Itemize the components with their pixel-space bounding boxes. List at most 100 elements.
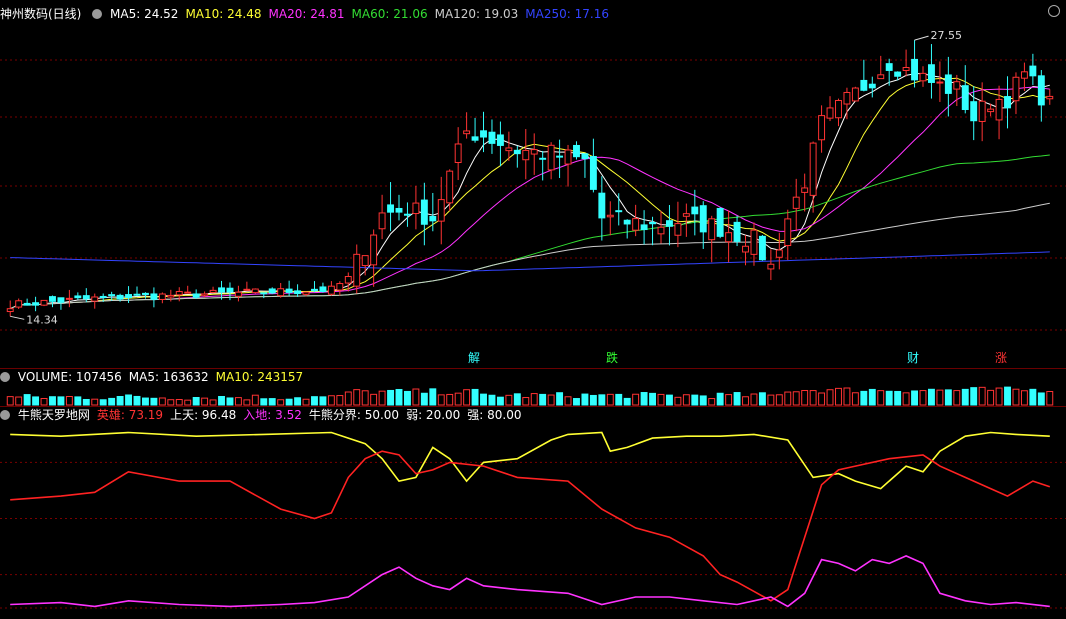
candle-body xyxy=(936,81,944,84)
high-price-label: 27.55 xyxy=(931,29,963,42)
candle-body xyxy=(65,297,73,300)
candle-body xyxy=(877,74,885,80)
volume-bar xyxy=(894,390,902,406)
settings-dot-icon[interactable] xyxy=(0,372,10,382)
volume-bar xyxy=(851,392,859,406)
volume-bar xyxy=(116,396,124,406)
volume-bar xyxy=(23,394,31,406)
candle-body xyxy=(463,130,471,135)
candle-body xyxy=(505,147,513,152)
volume-bar xyxy=(243,399,251,406)
price-annotations: 27.55 14.34 xyxy=(10,29,962,326)
candle-body xyxy=(218,287,225,293)
candle-body xyxy=(192,293,200,298)
event-tag[interactable]: 解 xyxy=(466,351,482,365)
candle-body xyxy=(843,91,851,105)
volume-bar xyxy=(294,397,302,406)
volume-bar xyxy=(319,396,327,406)
legend-item: MA250: 17.16 xyxy=(525,7,609,21)
volume-bar xyxy=(57,396,65,406)
volume-bar xyxy=(826,389,834,406)
volume-bar xyxy=(429,388,437,406)
event-tag[interactable]: 财 xyxy=(905,351,921,365)
volume-bar xyxy=(657,393,665,406)
close-icon[interactable] xyxy=(1048,5,1060,17)
volume-bar xyxy=(184,399,192,406)
volume-bar xyxy=(218,396,225,406)
candle-body xyxy=(446,170,454,204)
candle-body xyxy=(74,295,82,299)
volume-bar xyxy=(302,398,310,406)
volume-bar xyxy=(758,392,766,406)
candle-body xyxy=(201,293,209,296)
ma-line xyxy=(9,72,1050,310)
candle-body xyxy=(682,213,690,217)
volume-bar xyxy=(860,390,868,406)
candle-body xyxy=(725,232,733,243)
legend-item: 弱: 20.00 xyxy=(406,408,461,422)
legend-item: MA5: 163632 xyxy=(128,370,209,384)
candle-body xyxy=(750,229,758,255)
volume-bar xyxy=(15,396,23,406)
volume-bar xyxy=(725,394,733,406)
volume-bar xyxy=(708,398,716,406)
candle-body xyxy=(615,210,623,213)
settings-dot-icon[interactable] xyxy=(0,410,10,420)
candle-body xyxy=(767,263,775,270)
candle-body xyxy=(530,149,538,155)
event-tag[interactable]: 跌 xyxy=(604,351,620,365)
indicator-legend-items: 牛熊天罗地网 英雄: 73.19 上天: 96.48 入地: 3.52 牛熊分界: 50… xyxy=(18,408,529,422)
volume-bar xyxy=(32,396,40,406)
volume-bar xyxy=(463,389,471,406)
volume-bar xyxy=(488,394,496,406)
candle-body xyxy=(15,300,23,308)
volume-bar xyxy=(403,390,411,406)
volume-bar xyxy=(953,390,961,406)
volume-bar xyxy=(1037,392,1045,406)
candle-body xyxy=(370,234,378,266)
high-pointer xyxy=(914,35,929,41)
candle-body xyxy=(6,308,14,313)
settings-dot-icon[interactable] xyxy=(92,9,103,19)
volume-bar xyxy=(513,393,521,406)
candle-body xyxy=(412,202,420,215)
candle-body xyxy=(1029,65,1037,77)
candle-body xyxy=(420,199,428,225)
volume-bar xyxy=(454,392,462,406)
candle-body xyxy=(818,115,826,141)
volume-bar xyxy=(192,397,200,406)
volume-bar xyxy=(6,396,14,406)
volume-bar xyxy=(226,397,234,406)
volume-bar xyxy=(327,395,335,406)
volume-bar xyxy=(877,390,885,406)
legend-item: MA20: 24.81 xyxy=(268,7,345,21)
candle-body xyxy=(454,143,462,163)
candle-body xyxy=(589,156,597,190)
candle-body xyxy=(209,289,217,293)
window-title: 神州数码(日线) xyxy=(0,7,82,21)
volume-series xyxy=(6,386,1054,406)
volume-bar xyxy=(496,396,504,406)
low-pointer xyxy=(10,315,25,320)
volume-bar xyxy=(522,397,530,406)
volume-bar xyxy=(505,394,513,406)
volume-bar xyxy=(936,389,944,406)
event-tag[interactable]: 涨 xyxy=(993,351,1009,365)
candle-body xyxy=(978,100,986,122)
candle-body xyxy=(32,302,40,306)
volume-bar xyxy=(691,394,699,406)
volume-bar xyxy=(344,391,352,406)
volume-bar xyxy=(446,393,454,406)
candle-body xyxy=(564,149,572,165)
candle-body xyxy=(319,286,327,293)
volume-bar xyxy=(615,393,623,406)
volume-bar xyxy=(699,395,707,406)
volume-bar xyxy=(649,392,657,406)
volume-bar xyxy=(201,397,209,406)
candle-body xyxy=(268,288,276,294)
volume-legend-items: VOLUME: 107456 MA5: 163632 MA10: 243157 xyxy=(18,370,310,384)
legend-item: MA10: 24.48 xyxy=(185,7,262,21)
volume-bar xyxy=(311,396,318,406)
volume-bar xyxy=(750,393,758,406)
candle-body xyxy=(716,208,724,237)
